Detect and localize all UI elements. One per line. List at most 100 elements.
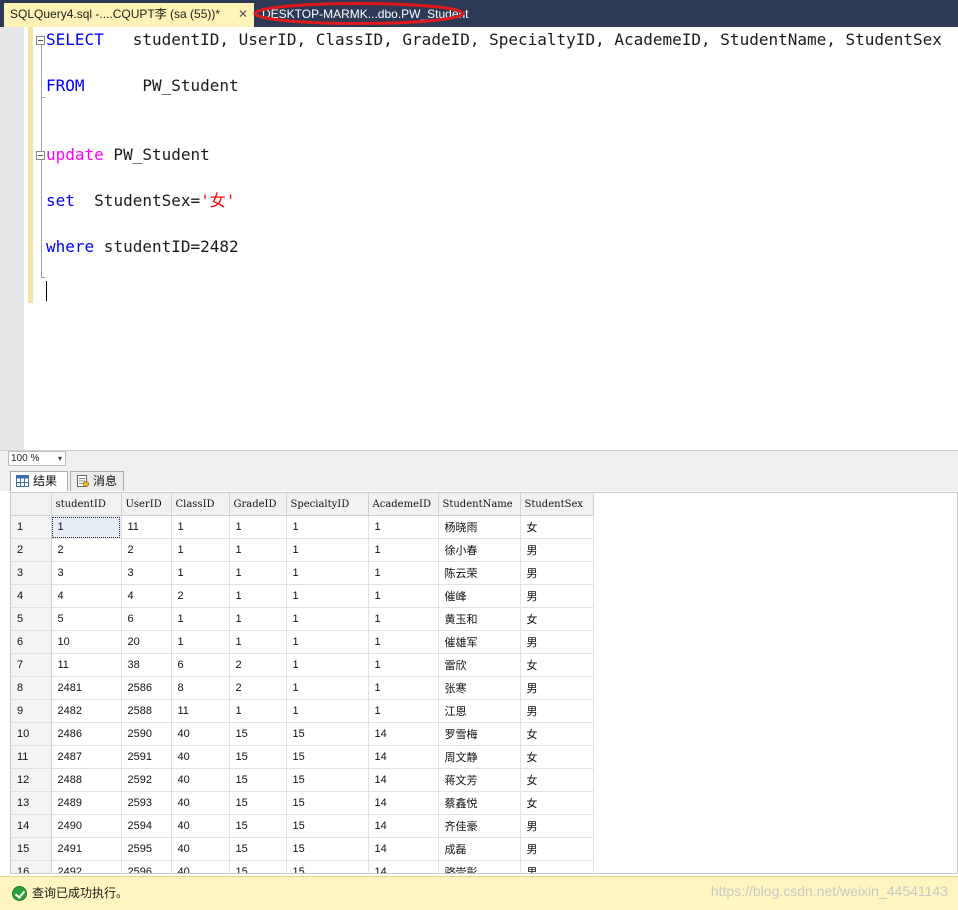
cell-gradeid[interactable]: 2 <box>229 676 287 700</box>
cell-userid[interactable]: 2586 <box>121 676 172 700</box>
cell-specialtyid[interactable]: 15 <box>286 837 369 861</box>
cell-studentid[interactable]: 11 <box>51 653 122 677</box>
cell-userid[interactable]: 6 <box>121 607 172 631</box>
cell-classid[interactable]: 40 <box>171 860 230 873</box>
column-header-studentid[interactable]: studentID <box>51 493 122 516</box>
column-header-studentsex[interactable]: StudentSex <box>520 493 594 516</box>
cell-gradeid[interactable]: 2 <box>229 653 287 677</box>
row-number[interactable]: 2 <box>11 538 52 562</box>
cell-academeid[interactable]: 1 <box>368 653 439 677</box>
cell-studentid[interactable]: 2491 <box>51 837 122 861</box>
table-row[interactable]: 2 2 2 1 1 1 1 徐小春男 <box>11 538 594 562</box>
cell-classid[interactable]: 40 <box>171 768 230 792</box>
cell-studentid[interactable]: 2488 <box>51 768 122 792</box>
cell-classid[interactable]: 1 <box>171 607 230 631</box>
cell-specialtyid[interactable]: 1 <box>286 561 369 585</box>
cell-gradeid[interactable]: 15 <box>229 722 287 746</box>
cell-specialtyid[interactable]: 15 <box>286 791 369 815</box>
cell-studentname[interactable]: 徐小春 <box>438 538 521 562</box>
cell-classid[interactable]: 8 <box>171 676 230 700</box>
cell-studentsex[interactable]: 女 <box>520 791 594 815</box>
cell-specialtyid[interactable]: 15 <box>286 860 369 873</box>
row-number[interactable]: 11 <box>11 745 52 769</box>
cell-studentid[interactable]: 2 <box>51 538 122 562</box>
cell-specialtyid[interactable]: 15 <box>286 814 369 838</box>
cell-userid[interactable]: 11 <box>121 515 172 539</box>
table-row[interactable]: 11 2487 2591 40 15 15 14 周文静女 <box>11 745 594 769</box>
cell-userid[interactable]: 3 <box>121 561 172 585</box>
cell-specialtyid[interactable]: 1 <box>286 630 369 654</box>
cell-studentsex[interactable]: 女 <box>520 515 594 539</box>
cell-gradeid[interactable]: 1 <box>229 538 287 562</box>
row-number[interactable]: 3 <box>11 561 52 585</box>
cell-academeid[interactable]: 1 <box>368 515 439 539</box>
cell-gradeid[interactable]: 1 <box>229 515 287 539</box>
cell-studentid[interactable]: 2487 <box>51 745 122 769</box>
cell-studentid[interactable]: 2481 <box>51 676 122 700</box>
cell-userid[interactable]: 2593 <box>121 791 172 815</box>
collapse-select-icon[interactable] <box>36 36 45 45</box>
cell-studentsex[interactable]: 女 <box>520 722 594 746</box>
cell-studentsex[interactable]: 男 <box>520 561 594 585</box>
cell-studentsex[interactable]: 男 <box>520 837 594 861</box>
table-row[interactable]: 14 2490 2594 40 15 15 14 齐佳豪男 <box>11 814 594 838</box>
cell-specialtyid[interactable]: 1 <box>286 653 369 677</box>
cell-studentid[interactable]: 2489 <box>51 791 122 815</box>
cell-studentid[interactable]: 2486 <box>51 722 122 746</box>
cell-studentname[interactable]: 齐佳豪 <box>438 814 521 838</box>
tab-sqlquery4[interactable]: SQLQuery4.sql -....CQUPT李 (sa (55))* ✕ <box>4 3 254 27</box>
cell-studentname[interactable]: 催峰 <box>438 584 521 608</box>
cell-gradeid[interactable]: 1 <box>229 584 287 608</box>
cell-classid[interactable]: 1 <box>171 515 230 539</box>
zoom-select[interactable]: 100 % ▾ <box>8 451 66 466</box>
cell-studentname[interactable]: 杨晓雨 <box>438 515 521 539</box>
cell-studentname[interactable]: 张寒 <box>438 676 521 700</box>
cell-specialtyid[interactable]: 1 <box>286 607 369 631</box>
row-number[interactable]: 16 <box>11 860 52 873</box>
tab-messages[interactable]: 消息 <box>70 471 124 491</box>
cell-userid[interactable]: 20 <box>121 630 172 654</box>
cell-classid[interactable]: 40 <box>171 722 230 746</box>
cell-studentsex[interactable]: 男 <box>520 584 594 608</box>
cell-studentsex[interactable]: 男 <box>520 814 594 838</box>
cell-classid[interactable]: 40 <box>171 745 230 769</box>
cell-academeid[interactable]: 1 <box>368 630 439 654</box>
cell-studentsex[interactable]: 男 <box>520 699 594 723</box>
corner-cell[interactable] <box>11 493 52 516</box>
cell-academeid[interactable]: 1 <box>368 607 439 631</box>
cell-gradeid[interactable]: 1 <box>229 630 287 654</box>
cell-studentname[interactable]: 催雄军 <box>438 630 521 654</box>
cell-specialtyid[interactable]: 15 <box>286 722 369 746</box>
cell-classid[interactable]: 11 <box>171 699 230 723</box>
table-row[interactable]: 13 2489 2593 40 15 15 14 蔡鑫悦女 <box>11 791 594 815</box>
cell-studentname[interactable]: 陈云荣 <box>438 561 521 585</box>
row-number[interactable]: 5 <box>11 607 52 631</box>
cell-classid[interactable]: 1 <box>171 561 230 585</box>
table-row[interactable]: 6 10 20 1 1 1 1 催雄军男 <box>11 630 594 654</box>
cell-studentname[interactable]: 黄玉和 <box>438 607 521 631</box>
cell-studentsex[interactable]: 女 <box>520 653 594 677</box>
column-header-specialtyid[interactable]: SpecialtyID <box>286 493 369 516</box>
cell-academeid[interactable]: 1 <box>368 538 439 562</box>
cell-gradeid[interactable]: 15 <box>229 814 287 838</box>
cell-studentsex[interactable]: 男 <box>520 538 594 562</box>
cell-gradeid[interactable]: 15 <box>229 791 287 815</box>
cell-gradeid[interactable]: 1 <box>229 561 287 585</box>
cell-userid[interactable]: 2591 <box>121 745 172 769</box>
row-number[interactable]: 8 <box>11 676 52 700</box>
row-number[interactable]: 13 <box>11 791 52 815</box>
cell-studentname[interactable]: 雷欣 <box>438 653 521 677</box>
cell-studentname[interactable]: 成磊 <box>438 837 521 861</box>
cell-academeid[interactable]: 14 <box>368 837 439 861</box>
query-editor[interactable]: SELECT studentID, UserID, ClassID, Grade… <box>0 27 958 450</box>
table-row[interactable]: 1 1 11 1 1 1 1 杨晓雨女 <box>11 515 594 539</box>
cell-gradeid[interactable]: 1 <box>229 699 287 723</box>
cell-gradeid[interactable]: 1 <box>229 607 287 631</box>
cell-academeid[interactable]: 1 <box>368 561 439 585</box>
column-header-studentname[interactable]: StudentName <box>438 493 521 516</box>
cell-specialtyid[interactable]: 1 <box>286 538 369 562</box>
cell-studentsex[interactable]: 女 <box>520 745 594 769</box>
table-row[interactable]: 5 5 6 1 1 1 1 黄玉和女 <box>11 607 594 631</box>
row-number[interactable]: 10 <box>11 722 52 746</box>
cell-studentname[interactable]: 蒋文芳 <box>438 768 521 792</box>
